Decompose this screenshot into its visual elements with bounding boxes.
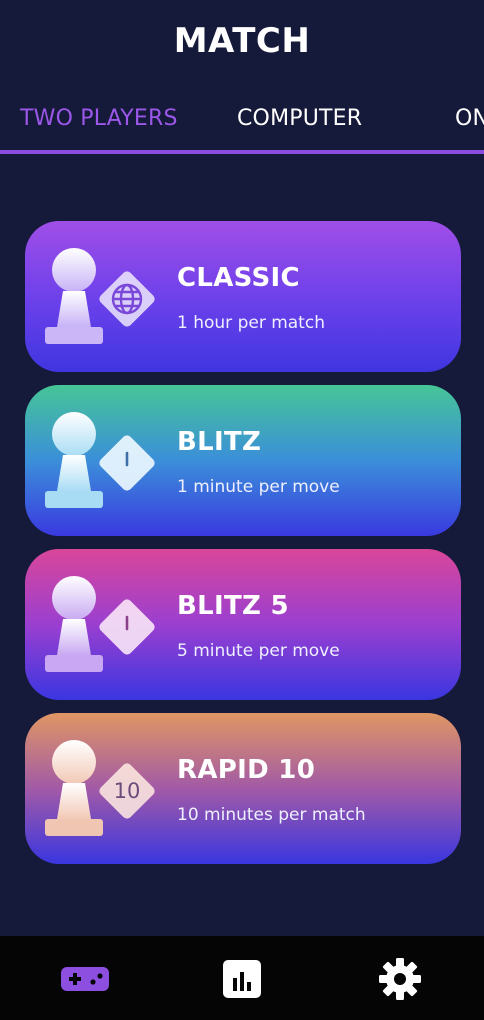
stats-icon	[223, 960, 261, 998]
tab-two-players[interactable]: TWO PLAYERS	[20, 106, 178, 131]
badge-rapid-10: 10	[95, 759, 159, 823]
mode-title: BLITZ 5	[177, 591, 289, 621]
tab-bar: TWO PLAYERS COMPUTER ON	[0, 90, 484, 154]
globe-icon	[111, 283, 143, 315]
clock-icon	[125, 615, 129, 631]
mode-subtitle: 1 hour per match	[177, 313, 325, 333]
bottom-nav	[0, 936, 484, 1020]
tab-computer[interactable]: COMPUTER	[237, 106, 362, 131]
mode-card-rapid-10[interactable]: 10 RAPID 10 10 minutes per match	[25, 713, 461, 864]
mode-subtitle: 5 minute per move	[177, 641, 340, 661]
mode-title: BLITZ	[177, 427, 262, 457]
mode-subtitle: 1 minute per move	[177, 477, 340, 497]
mode-subtitle: 10 minutes per match	[177, 805, 366, 825]
badge-blitz-5	[95, 595, 159, 659]
badge-number: 10	[113, 779, 141, 803]
mode-card-blitz-5[interactable]: BLITZ 5 5 minute per move	[25, 549, 461, 700]
page-title: MATCH	[173, 21, 311, 61]
app-header: MATCH	[0, 0, 484, 82]
tab-online[interactable]: ON	[455, 106, 484, 131]
mode-card-blitz[interactable]: BLITZ 1 minute per move	[25, 385, 461, 536]
gamepad-icon	[61, 967, 109, 991]
badge-blitz	[95, 431, 159, 495]
mode-card-classic[interactable]: CLASSIC 1 hour per match	[25, 221, 461, 372]
mode-title: RAPID 10	[177, 755, 316, 785]
clock-icon	[125, 451, 129, 467]
badge-classic	[95, 267, 159, 331]
mode-title: CLASSIC	[177, 263, 300, 293]
tab-underline	[0, 150, 484, 154]
mode-list: CLASSIC 1 hour per match BLITZ 1 minute …	[25, 221, 461, 877]
nav-play[interactable]	[55, 956, 115, 1002]
nav-settings[interactable]	[370, 956, 430, 1002]
nav-stats[interactable]	[212, 956, 272, 1002]
gear-icon	[379, 958, 421, 1000]
